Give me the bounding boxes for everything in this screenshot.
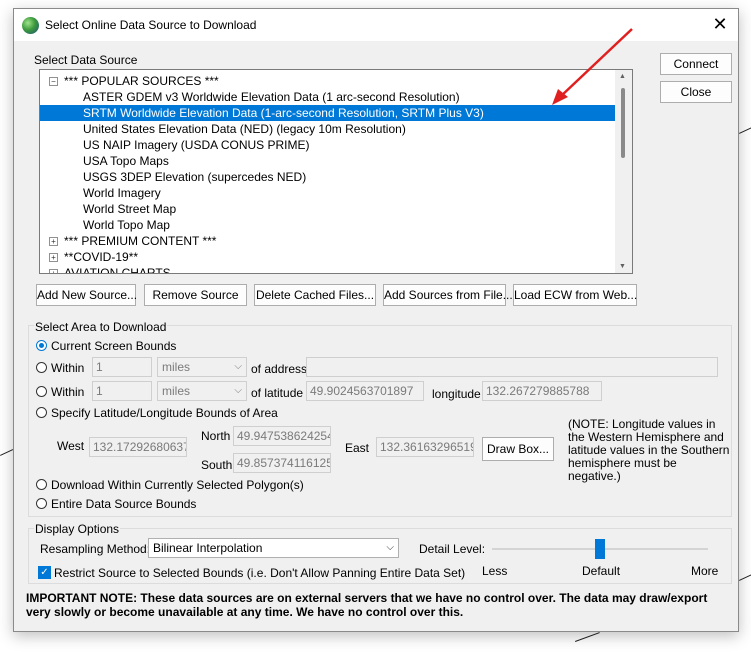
- download-within-polygon-label: Download Within Currently Selected Polyg…: [51, 478, 304, 492]
- chevron-down-icon: ⌵: [234, 385, 242, 396]
- map-line: [575, 632, 600, 642]
- tree-item-label: **COVID-19**: [64, 250, 139, 264]
- north-input[interactable]: 49.9475386242543: [233, 426, 331, 446]
- collapse-icon[interactable]: −: [49, 77, 58, 86]
- tree-item[interactable]: + *** PREMIUM CONTENT ***: [40, 233, 615, 249]
- checkmark-icon: ✓: [40, 567, 49, 578]
- tree-item[interactable]: USA Topo Maps: [40, 153, 615, 169]
- within-latlon-unit-select[interactable]: miles ⌵: [157, 381, 247, 401]
- add-new-source-button[interactable]: Add New Source...: [36, 284, 137, 306]
- map-line: [739, 127, 751, 134]
- load-ecw-button[interactable]: Load ECW from Web...: [513, 284, 637, 306]
- remove-source-button[interactable]: Remove Source: [144, 284, 247, 306]
- tree-item-label: World Topo Map: [83, 218, 170, 232]
- resampling-value: Bilinear Interpolation: [153, 541, 263, 555]
- close-button[interactable]: Close: [660, 81, 732, 103]
- of-address-label: of address: [251, 362, 308, 376]
- tree-item[interactable]: SRTM Worldwide Elevation Data (1-arc-sec…: [40, 105, 615, 121]
- within-latlon-label: Within: [51, 385, 85, 399]
- entire-bounds-label: Entire Data Source Bounds: [51, 497, 197, 511]
- south-input[interactable]: 49.8573741161251: [233, 453, 331, 473]
- specify-bounds-radio[interactable]: [36, 407, 47, 418]
- detail-less-label: Less: [482, 564, 508, 578]
- restrict-bounds-checkbox[interactable]: ✓: [38, 566, 51, 579]
- restrict-bounds-label: Restrict Source to Selected Bounds (i.e.…: [54, 566, 466, 580]
- scroll-down-icon[interactable]: ▼: [619, 263, 626, 270]
- expand-icon[interactable]: +: [49, 269, 58, 273]
- west-label: West: [57, 439, 85, 453]
- tree-item-label: World Imagery: [83, 186, 161, 200]
- tree-item-label: World Street Map: [83, 202, 177, 216]
- tree-item[interactable]: USGS 3DEP Elevation (supercedes NED): [40, 169, 615, 185]
- tree-item-label: USGS 3DEP Elevation (supercedes NED): [83, 170, 307, 184]
- connect-button[interactable]: Connect: [660, 53, 732, 75]
- longitude-label: longitude: [432, 387, 481, 401]
- within-latlon-distance-input[interactable]: 1: [92, 381, 152, 401]
- detail-default-label: Default: [582, 564, 621, 578]
- area-group-label: Select Area to Download: [34, 320, 168, 334]
- current-screen-bounds-radio[interactable]: [36, 340, 47, 351]
- hemisphere-note: (NOTE: Longitude values in the Western H…: [568, 417, 730, 483]
- within-latlon-unit-value: miles: [162, 384, 191, 398]
- longitude-input[interactable]: 132.267279885788: [482, 381, 602, 401]
- tree-item[interactable]: World Street Map: [40, 201, 615, 217]
- north-label: North: [201, 429, 231, 443]
- address-input[interactable]: [306, 357, 718, 377]
- east-label: East: [345, 441, 370, 455]
- east-input[interactable]: 132.361632965199: [376, 437, 474, 457]
- tree-item-label: *** POPULAR SOURCES ***: [64, 74, 219, 88]
- resampling-select[interactable]: Bilinear Interpolation ⌵: [148, 538, 399, 558]
- annotation-arrow-icon: [552, 28, 633, 105]
- current-screen-bounds-label: Current Screen Bounds: [51, 339, 177, 353]
- delete-cached-files-button[interactable]: Delete Cached Files...: [254, 284, 376, 306]
- detail-level-slider[interactable]: [595, 539, 605, 559]
- chevron-down-icon: ⌵: [234, 361, 242, 372]
- tree-item[interactable]: World Topo Map: [40, 217, 615, 233]
- tree-item[interactable]: + AVIATION CHARTS: [40, 265, 615, 274]
- map-line: [739, 574, 751, 581]
- data-source-group-label: Select Data Source: [34, 53, 138, 67]
- within-address-unit-value: miles: [162, 360, 191, 374]
- west-input[interactable]: 132.172926806376: [89, 437, 187, 457]
- within-address-label: Within: [51, 361, 85, 375]
- tree-item-label: SRTM Worldwide Elevation Data (1-arc-sec…: [83, 106, 484, 120]
- expand-icon[interactable]: +: [49, 237, 58, 246]
- within-address-radio[interactable]: [36, 362, 47, 373]
- tree-item[interactable]: United States Elevation Data (NED) (lega…: [40, 121, 615, 137]
- map-line: [0, 449, 14, 456]
- detail-level-label: Detail Level:: [419, 542, 486, 556]
- detail-more-label: More: [691, 564, 719, 578]
- tree-item[interactable]: ASTER GDEM v3 Worldwide Elevation Data (…: [40, 89, 615, 105]
- south-label: South: [201, 458, 233, 472]
- within-address-unit-select[interactable]: miles ⌵: [157, 357, 247, 377]
- download-dialog: Select Online Data Source to Download ✕ …: [13, 8, 739, 632]
- tree-item-label: US NAIP Imagery (USDA CONUS PRIME): [83, 138, 310, 152]
- display-group-label: Display Options: [34, 522, 121, 536]
- important-note: IMPORTANT NOTE: These data sources are o…: [26, 591, 708, 619]
- close-icon[interactable]: ✕: [708, 13, 732, 35]
- tree-item-label: *** PREMIUM CONTENT ***: [64, 234, 217, 248]
- add-sources-from-file-button[interactable]: Add Sources from File...: [383, 284, 513, 306]
- download-within-polygon-radio[interactable]: [36, 479, 47, 490]
- tree-item-label: AVIATION CHARTS: [64, 266, 171, 274]
- tree-item[interactable]: − *** POPULAR SOURCES ***: [40, 73, 615, 89]
- within-address-distance-input[interactable]: 1: [92, 357, 152, 377]
- tree-item[interactable]: + **COVID-19**: [40, 249, 615, 265]
- specify-bounds-label: Specify Latitude/Longitude Bounds of Are…: [51, 406, 278, 420]
- resampling-label: Resampling Method:: [40, 542, 151, 556]
- tree-item-label: ASTER GDEM v3 Worldwide Elevation Data (…: [83, 90, 460, 104]
- expand-icon[interactable]: +: [49, 253, 58, 262]
- tree-item[interactable]: World Imagery: [40, 185, 615, 201]
- latitude-input[interactable]: 49.9024563701897: [306, 381, 424, 401]
- tree-item-label: USA Topo Maps: [83, 154, 169, 168]
- draw-box-button[interactable]: Draw Box...: [482, 437, 554, 461]
- tree-item[interactable]: US NAIP Imagery (USDA CONUS PRIME): [40, 137, 615, 153]
- of-latitude-label: of latitude: [251, 386, 304, 400]
- window-title: Select Online Data Source to Download: [45, 18, 257, 32]
- chevron-down-icon: ⌵: [386, 542, 394, 553]
- app-globe-icon: [22, 17, 39, 34]
- within-latlon-radio[interactable]: [36, 386, 47, 397]
- tree-item-label: United States Elevation Data (NED) (lega…: [83, 122, 406, 136]
- entire-bounds-radio[interactable]: [36, 498, 47, 509]
